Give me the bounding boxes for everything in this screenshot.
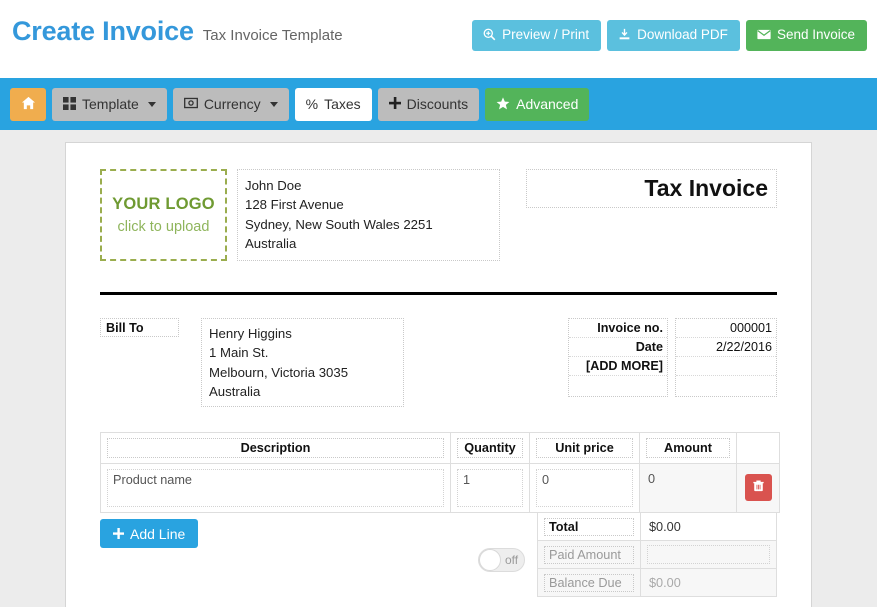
download-pdf-button[interactable]: Download PDF bbox=[607, 20, 740, 51]
logo-upload-hint: click to upload bbox=[117, 219, 210, 235]
paid-amount-input[interactable] bbox=[647, 545, 770, 565]
delete-line-button[interactable] bbox=[744, 474, 772, 502]
home-icon bbox=[21, 96, 36, 112]
plus-icon bbox=[388, 97, 401, 111]
document-title-text: Tax Invoice bbox=[644, 175, 768, 201]
tab-taxes[interactable]: % Taxes bbox=[294, 87, 372, 121]
add-more-fields-button[interactable]: [ADD MORE] bbox=[569, 357, 667, 376]
plus-icon bbox=[113, 526, 124, 542]
chevron-down-icon bbox=[269, 101, 278, 107]
bill-to-row: Bill To Henry Higgins 1 Main St. Melbour… bbox=[100, 318, 777, 408]
invoice-meta-label-blank[interactable] bbox=[569, 376, 667, 396]
document-title-field[interactable]: Tax Invoice bbox=[526, 169, 777, 208]
paid-amount-toggle[interactable]: off bbox=[478, 548, 525, 573]
main-toolbar: Template Currency % Taxes Discounts Adva… bbox=[0, 78, 877, 130]
invoice-date-label[interactable]: Date bbox=[569, 338, 667, 357]
invoice-meta-value-extra[interactable] bbox=[676, 357, 776, 376]
trash-icon bbox=[752, 479, 764, 497]
paid-amount-row: Paid Amount bbox=[537, 540, 777, 570]
invoice-number-label[interactable]: Invoice no. bbox=[569, 319, 667, 338]
table-row: Product name 1 0 0 bbox=[100, 463, 780, 514]
invoice-number-value[interactable]: 000001 bbox=[676, 319, 776, 338]
tab-currency-label: Currency bbox=[203, 96, 261, 112]
home-button[interactable] bbox=[10, 87, 46, 121]
invoice-top-row: YOUR LOGO click to upload John Doe 128 F… bbox=[100, 169, 777, 261]
paid-amount-toggle-wrap: off bbox=[478, 548, 525, 573]
toggle-state-label: off bbox=[505, 553, 519, 568]
column-header-amount[interactable]: Amount bbox=[646, 438, 730, 459]
totals-table: Total $0.00 Paid Amount Balance Due $0.0… bbox=[537, 512, 777, 598]
page-title-subtitle: Tax Invoice Template bbox=[202, 27, 343, 44]
invoice-document: YOUR LOGO click to upload John Doe 128 F… bbox=[65, 142, 812, 607]
column-header-unit-price[interactable]: Unit price bbox=[536, 438, 633, 459]
tab-advanced-label: Advanced bbox=[516, 96, 579, 112]
chevron-down-icon bbox=[147, 101, 156, 107]
download-icon bbox=[618, 28, 631, 41]
invoice-meta-value-blank[interactable] bbox=[676, 376, 776, 396]
percent-icon: % bbox=[305, 96, 319, 112]
send-invoice-button[interactable]: Send Invoice bbox=[745, 20, 867, 51]
tab-template[interactable]: Template bbox=[52, 87, 167, 121]
column-header-quantity[interactable]: Quantity bbox=[457, 438, 523, 459]
money-icon bbox=[183, 97, 198, 111]
tab-discounts[interactable]: Discounts bbox=[377, 87, 480, 121]
page-title: Create Invoice Tax Invoice Template bbox=[12, 16, 343, 47]
logo-placeholder-title: YOUR LOGO bbox=[112, 195, 215, 213]
envelope-icon bbox=[757, 28, 771, 41]
page-title-main: Create Invoice bbox=[12, 16, 194, 46]
download-pdf-label: Download PDF bbox=[637, 27, 728, 42]
tab-template-label: Template bbox=[82, 96, 139, 112]
section-divider bbox=[100, 292, 777, 295]
line-item-unit-price-input[interactable]: 0 bbox=[536, 469, 633, 508]
grid-icon bbox=[63, 96, 76, 112]
line-items-table: Description Quantity Unit price Amount P… bbox=[100, 432, 780, 514]
balance-due-label[interactable]: Balance Due bbox=[544, 573, 634, 592]
add-line-label: Add Line bbox=[130, 525, 186, 542]
preview-print-label: Preview / Print bbox=[502, 27, 590, 42]
header-action-buttons: Preview / Print Download PDF Send Invoic… bbox=[472, 20, 867, 51]
preview-print-button[interactable]: Preview / Print bbox=[472, 20, 602, 51]
from-address-field[interactable]: John Doe 128 First Avenue Sydney, New So… bbox=[237, 169, 500, 261]
line-items-header-row: Description Quantity Unit price Amount bbox=[100, 432, 780, 465]
tab-discounts-label: Discounts bbox=[406, 96, 469, 112]
balance-due-value: $0.00 bbox=[649, 575, 681, 590]
invoice-meta-values: 000001 2/22/2016 bbox=[675, 318, 777, 397]
line-item-amount-value: 0 bbox=[648, 472, 656, 487]
column-header-description[interactable]: Description bbox=[107, 438, 444, 459]
line-item-quantity-input[interactable]: 1 bbox=[457, 469, 523, 508]
add-line-button[interactable]: Add Line bbox=[100, 519, 199, 549]
bill-to-label-field[interactable]: Bill To bbox=[100, 318, 179, 337]
invoice-meta-labels: Invoice no. Date [ADD MORE] bbox=[568, 318, 668, 397]
star-icon bbox=[496, 96, 510, 112]
total-label[interactable]: Total bbox=[544, 517, 634, 536]
total-row: Total $0.00 bbox=[537, 512, 777, 542]
toggle-knob bbox=[479, 549, 501, 572]
tab-currency[interactable]: Currency bbox=[172, 87, 289, 121]
total-value: $0.00 bbox=[649, 519, 681, 534]
invoice-footer-row: Add Line off Total $0.00 Paid Amount Bal… bbox=[100, 512, 777, 598]
zoom-in-icon bbox=[483, 28, 496, 41]
tab-taxes-label: Taxes bbox=[324, 96, 361, 112]
page-header: Create Invoice Tax Invoice Template Prev… bbox=[0, 0, 877, 78]
column-header-actions bbox=[736, 432, 780, 465]
tab-advanced[interactable]: Advanced bbox=[485, 87, 590, 121]
bill-to-address-field[interactable]: Henry Higgins 1 Main St. Melbourn, Victo… bbox=[201, 318, 404, 408]
invoice-meta: Invoice no. Date [ADD MORE] 000001 2/22/… bbox=[568, 318, 777, 397]
send-invoice-label: Send Invoice bbox=[776, 27, 855, 42]
canvas-area: YOUR LOGO click to upload John Doe 128 F… bbox=[0, 130, 877, 607]
balance-due-row: Balance Due $0.00 bbox=[537, 568, 777, 598]
invoice-date-value[interactable]: 2/22/2016 bbox=[676, 338, 776, 357]
logo-upload-box[interactable]: YOUR LOGO click to upload bbox=[100, 169, 227, 261]
paid-amount-label[interactable]: Paid Amount bbox=[544, 545, 634, 564]
line-item-description-input[interactable]: Product name bbox=[107, 469, 444, 508]
